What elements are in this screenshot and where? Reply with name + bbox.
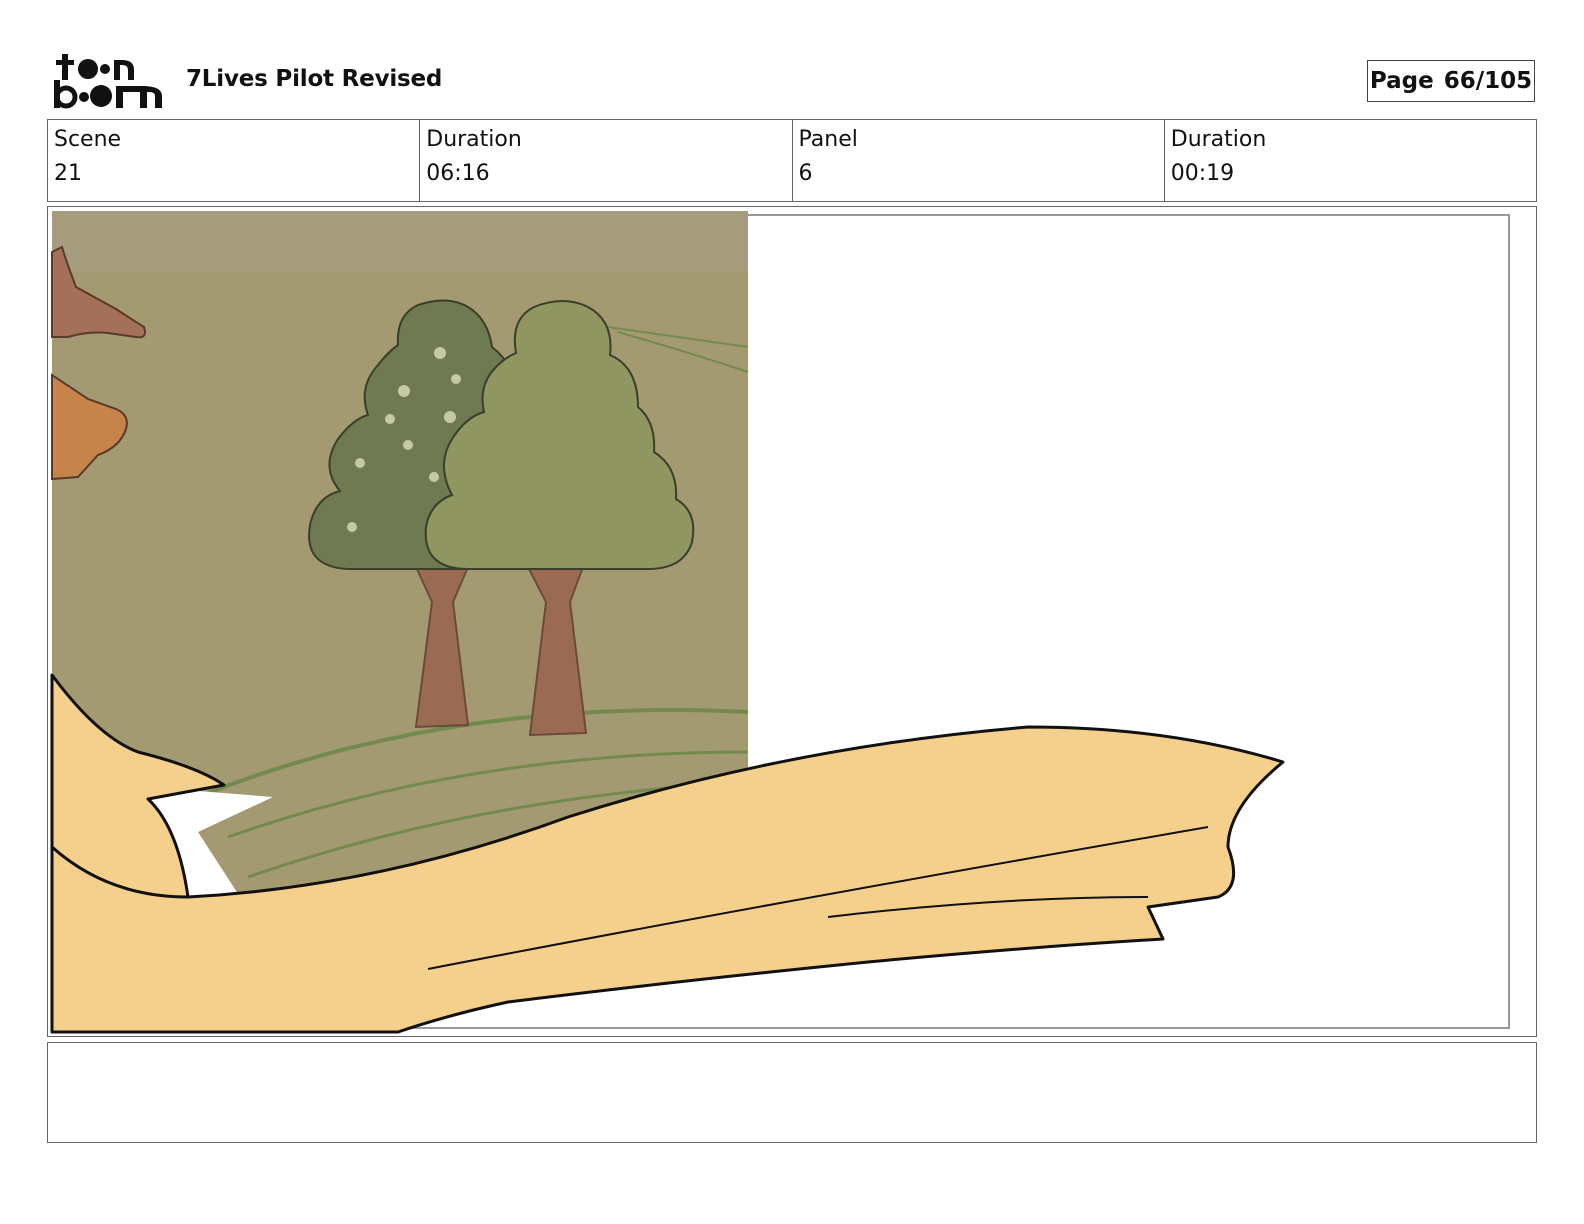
- project-title: 7Lives Pilot Revised: [186, 66, 443, 92]
- scene-cell: Scene 21: [48, 120, 421, 201]
- panel-artwork: [50, 211, 1510, 1034]
- scene-label: Scene: [54, 127, 122, 152]
- scene-info-table: Scene 21 Duration 06:16 Panel 6 Duration…: [47, 119, 1537, 202]
- panel-notes: [47, 1042, 1537, 1143]
- panel-duration-value: 00:19: [1170, 161, 1235, 186]
- scene-duration-label: Duration: [426, 127, 522, 152]
- panel-duration-cell: Duration 00:19: [1165, 120, 1536, 201]
- scene-duration-value: 06:16: [426, 161, 490, 186]
- panel-value: 6: [798, 161, 813, 186]
- page-value: 66/105: [1443, 68, 1533, 94]
- page-indicator: Page 66/105: [1367, 60, 1535, 102]
- scene-value: 21: [54, 161, 82, 186]
- panel-cell: Panel 6: [793, 120, 1165, 201]
- panel-label: Panel: [798, 127, 858, 152]
- panel-duration-label: Duration: [1170, 127, 1267, 152]
- storyboard-panel: [47, 206, 1537, 1037]
- page-label: Page: [1369, 68, 1434, 94]
- scene-duration-cell: Duration 06:16: [420, 120, 793, 201]
- toonboom-logo: [52, 50, 164, 112]
